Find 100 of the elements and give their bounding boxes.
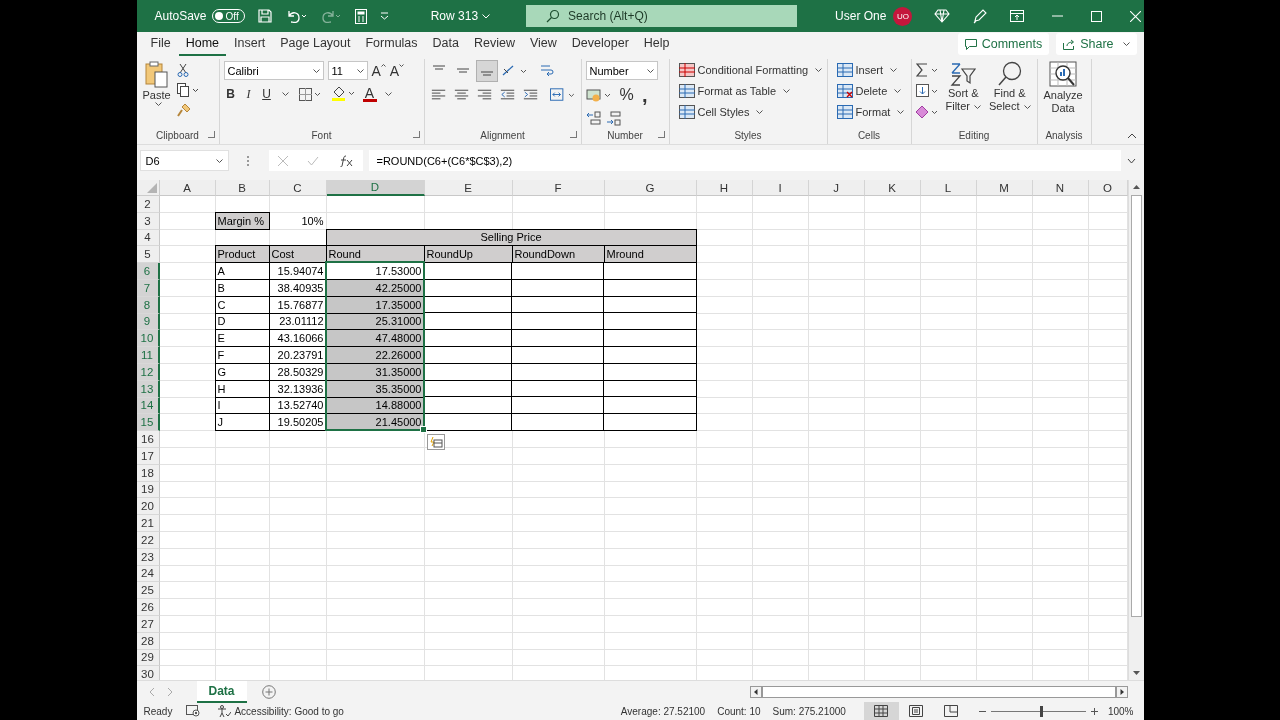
column-header[interactable]: J: [808, 180, 865, 196]
column-header[interactable]: C: [269, 180, 327, 196]
fill-handle[interactable]: [419, 426, 427, 434]
eraser-icon[interactable]: [915, 105, 940, 119]
sheet-tab[interactable]: Data: [196, 680, 247, 703]
table-cell[interactable]: 47.48000: [325, 329, 425, 348]
analyze-data-button[interactable]: Analyze Data: [1041, 61, 1085, 115]
sort-filter-button[interactable]: Sort & Filter: [943, 61, 983, 113]
column-header[interactable]: E: [424, 180, 513, 196]
ribbon-tab[interactable]: View: [522, 32, 564, 56]
paste-button[interactable]: Paste: [140, 61, 173, 106]
styles-button[interactable]: Cell Styles: [678, 103, 823, 121]
row-header[interactable]: 21: [136, 515, 160, 532]
caret-icon[interactable]: [281, 92, 289, 96]
scroll-right-icon[interactable]: [1115, 685, 1128, 698]
save-icon[interactable]: [257, 9, 272, 23]
row-header[interactable]: 15: [136, 414, 160, 432]
cells-button[interactable]: Format: [836, 103, 907, 121]
accessibility-icon[interactable]: [217, 704, 232, 718]
font-color-button[interactable]: A: [362, 86, 377, 102]
ribbon-tab[interactable]: Insert: [227, 32, 273, 56]
row-header[interactable]: 30: [136, 666, 160, 680]
accessibility-status[interactable]: Accessibility: Good to go: [234, 705, 344, 717]
ribbon-tab[interactable]: Help: [636, 32, 677, 56]
decrease-decimal-icon[interactable]: [605, 110, 622, 126]
wrap-text-icon[interactable]: [538, 63, 555, 79]
column-header[interactable]: H: [696, 180, 753, 196]
font-family-dropdown[interactable]: Calibri: [223, 61, 324, 80]
document-title[interactable]: Row 313: [430, 9, 479, 23]
table-cell[interactable]: 22.26000: [325, 346, 425, 364]
borders-icon[interactable]: [298, 87, 321, 101]
cells-button[interactable]: Delete: [836, 82, 907, 100]
minimize-icon[interactable]: [1052, 15, 1064, 17]
fill-color-icon[interactable]: [330, 86, 355, 102]
column-header[interactable]: F: [512, 180, 605, 196]
calculator-icon[interactable]: [354, 8, 367, 24]
macro-record-icon[interactable]: [186, 705, 201, 717]
row-header[interactable]: 6: [136, 263, 160, 280]
number-format-dropdown[interactable]: Number: [585, 61, 658, 80]
row-header[interactable]: 25: [136, 582, 160, 600]
column-header[interactable]: L: [920, 180, 977, 196]
comments-button[interactable]: Comments: [957, 33, 1050, 55]
dialog-launcher-icon[interactable]: [207, 131, 215, 138]
increase-decimal-icon[interactable]: [585, 110, 602, 126]
zoom-slider-thumb[interactable]: [1040, 705, 1044, 717]
ribbon-tab[interactable]: Page Layout: [273, 32, 358, 56]
dialog-launcher-icon[interactable]: [657, 131, 665, 138]
ribbon-tab[interactable]: File: [143, 32, 178, 56]
ribbon-tab[interactable]: Developer: [564, 32, 636, 56]
ribbon-display-icon[interactable]: [1010, 10, 1025, 22]
customize-caret-icon[interactable]: [379, 12, 389, 20]
scroll-left-icon[interactable]: [749, 685, 762, 698]
merge-center-icon[interactable]: [549, 87, 577, 103]
column-header[interactable]: I: [752, 180, 809, 196]
dialog-launcher-icon[interactable]: [569, 131, 577, 138]
styles-button[interactable]: Conditional Formatting: [678, 61, 823, 79]
row-header[interactable]: 10: [136, 330, 160, 348]
pen-icon[interactable]: [972, 8, 989, 24]
italic-button[interactable]: I: [241, 86, 256, 102]
column-header[interactable]: M: [976, 180, 1033, 196]
ribbon-tab[interactable]: Home: [178, 32, 226, 56]
redo-icon[interactable]: [319, 9, 342, 23]
diamond-icon[interactable]: [934, 9, 951, 23]
normal-view-button[interactable]: [863, 702, 899, 720]
ribbon-tab[interactable]: Formulas: [358, 32, 425, 56]
percent-button[interactable]: %: [619, 86, 634, 104]
row-header[interactable]: 11: [136, 347, 160, 364]
column-header[interactable]: K: [864, 180, 921, 196]
grow-font-button[interactable]: A: [371, 62, 386, 79]
column-header[interactable]: N: [1032, 180, 1089, 196]
quick-analysis-icon[interactable]: [426, 434, 445, 451]
scroll-down-icon[interactable]: [1132, 671, 1140, 676]
ribbon-tab[interactable]: Review: [466, 32, 522, 56]
cells-button[interactable]: Insert: [836, 61, 907, 79]
share-button[interactable]: Share: [1056, 33, 1137, 55]
row-header[interactable]: 26: [136, 599, 160, 616]
name-box[interactable]: D6: [139, 150, 229, 171]
search-field[interactable]: Search (Alt+Q): [526, 5, 798, 27]
bold-button[interactable]: B: [223, 87, 238, 101]
autosum-icon[interactable]: [915, 63, 940, 77]
user-avatar[interactable]: UO: [893, 6, 913, 26]
row-header[interactable]: 20: [136, 498, 160, 516]
insert-function-icon[interactable]: [338, 154, 353, 167]
scroll-up-icon[interactable]: [1132, 184, 1140, 189]
column-header[interactable]: G: [604, 180, 697, 196]
fill-down-icon[interactable]: [915, 84, 940, 98]
column-header[interactable]: O: [1088, 180, 1128, 196]
close-icon[interactable]: [1130, 10, 1142, 22]
row-header[interactable]: 5: [136, 246, 160, 264]
format-painter-icon[interactable]: [176, 103, 191, 117]
collapse-ribbon-icon[interactable]: [1126, 133, 1137, 139]
drag-handle-icon[interactable]: [246, 155, 251, 166]
user-name[interactable]: User One: [835, 9, 887, 23]
dialog-launcher-icon[interactable]: [412, 131, 420, 138]
select-all-corner[interactable]: [136, 180, 160, 196]
zoom-level[interactable]: 100%: [1107, 705, 1134, 717]
row-header[interactable]: 2: [136, 196, 160, 213]
cut-icon[interactable]: [176, 63, 189, 77]
column-header[interactable]: B: [215, 180, 270, 196]
caret-icon[interactable]: [384, 92, 392, 96]
